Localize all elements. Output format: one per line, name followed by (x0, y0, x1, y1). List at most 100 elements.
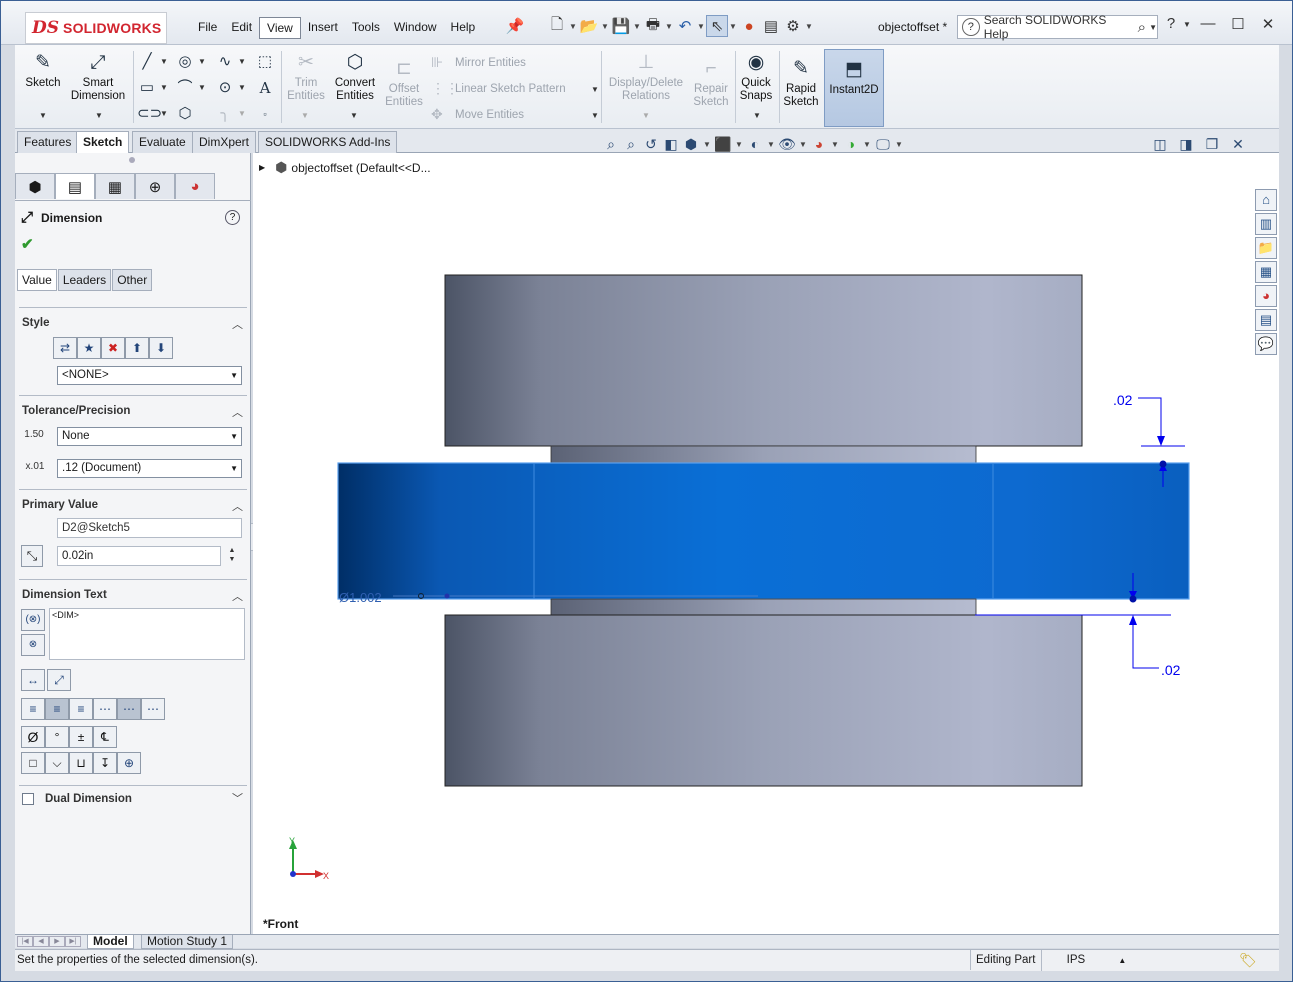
text-center-icon[interactable]: ⋯ (117, 698, 141, 720)
tab-dimxpert[interactable]: DimXpert (192, 131, 257, 153)
view-orientation-icon[interactable]: ⬛ (713, 136, 733, 153)
design-library-icon[interactable]: ▥ (1255, 213, 1277, 235)
lower-neck[interactable] (550, 598, 977, 616)
pin-icon[interactable]: 📌 (504, 15, 526, 37)
tab-evaluate[interactable]: Evaluate (132, 131, 193, 153)
model-view-svg[interactable]: .02 .02 Ø1.002 Y X (253, 153, 1279, 934)
custom-properties-icon[interactable]: ▤ (1255, 309, 1277, 331)
display-style-icon[interactable]: ◐ (745, 136, 765, 152)
ok-checkmark-icon[interactable]: ✔ (21, 235, 34, 253)
undo-dropdown-icon[interactable]: ▼ (696, 22, 706, 31)
dual-dimension-checkbox[interactable] (22, 793, 34, 805)
trim-entities-button[interactable]: ✂ Trim Entities (283, 51, 329, 103)
offset-text-icon[interactable]: ↔ (21, 669, 45, 691)
circle-dropdown-icon[interactable]: ▼ (198, 57, 206, 66)
viewport-split-right-icon[interactable]: ◨ (1173, 136, 1199, 153)
displaymanager-icon[interactable]: ◕ (175, 173, 215, 199)
delete-style-icon[interactable]: ✖ (101, 337, 125, 359)
tag-icon[interactable]: 🏷 (1239, 950, 1257, 970)
display-style-dropdown-icon[interactable]: ▼ (765, 140, 777, 149)
sketch-dropdown-icon[interactable]: ▼ (39, 111, 47, 120)
centerline-symbol-icon[interactable]: ℄ (93, 726, 117, 748)
dynamic-annotation-icon[interactable]: ⬢ (681, 136, 701, 153)
offset-entities-button[interactable]: ⊏ Offset Entities (381, 57, 427, 109)
save-dropdown-icon[interactable]: ▼ (632, 22, 642, 31)
degree-symbol-icon[interactable]: ° (45, 726, 69, 748)
file-properties-icon[interactable]: ▤ (760, 15, 782, 37)
style-collapse-chevron-icon[interactable]: ︿ (232, 316, 243, 332)
selected-offset-face[interactable] (337, 462, 1190, 600)
tab-sketch[interactable]: Sketch (76, 131, 130, 154)
spline-dropdown-icon[interactable]: ▼ (238, 57, 246, 66)
text-icon[interactable]: A (255, 78, 275, 98)
search-magnifier-icon[interactable]: ⌕ (1138, 19, 1146, 36)
add-parentheses-icon[interactable]: (⊗) (21, 609, 45, 631)
linear-pattern-dropdown-icon[interactable]: ▼ (591, 85, 599, 94)
polygon-icon[interactable]: ⬡ (175, 104, 195, 124)
edit-appearance-icon[interactable]: ◕ (809, 136, 829, 152)
more-symbols-icon[interactable]: ⊕ (117, 752, 141, 774)
sketch-button[interactable]: ✎ Sketch (23, 51, 63, 90)
status-units[interactable]: IPS ▲ (1041, 950, 1151, 971)
line-dropdown-icon[interactable]: ▼ (160, 57, 168, 66)
open-folder-icon[interactable]: 📂 (578, 15, 600, 37)
print-icon[interactable]: 🖶 (642, 15, 664, 37)
dimension-name-field[interactable]: D2@Sketch5 (57, 518, 242, 538)
linear-pattern-button[interactable]: ⋮⋮ Linear Sketch Pattern (431, 80, 566, 97)
tab-addins[interactable]: SOLIDWORKS Add-Ins (258, 131, 398, 153)
dimxpertmanager-icon[interactable]: ⊕ (135, 173, 175, 199)
menu-view[interactable]: View (259, 17, 301, 39)
instant2d-button[interactable]: ⬒ Instant2D (824, 49, 884, 127)
top-dimension-label[interactable]: .02 (1113, 392, 1133, 408)
rectangle-icon[interactable]: ▭ (137, 78, 157, 98)
diameter-dimension-label[interactable]: Ø1.002 (339, 590, 382, 605)
tolerance-type-select[interactable]: None ▼ (57, 427, 242, 446)
propertymanager-icon[interactable]: ▤ (55, 173, 95, 199)
view-settings-dropdown-icon[interactable]: ▼ (893, 140, 905, 149)
smart-dimension-dropdown-icon[interactable]: ▼ (95, 111, 103, 120)
tab-last-icon[interactable]: ▶| (65, 936, 81, 947)
align-left-icon[interactable]: ≡ (21, 698, 45, 720)
display-delete-relations-button[interactable]: ⊥ Display/Delete Relations (605, 51, 687, 103)
menu-edit[interactable]: Edit (224, 17, 259, 39)
tab-motion-study-1[interactable]: Motion Study 1 (141, 935, 234, 949)
print-dropdown-icon[interactable]: ▼ (664, 22, 674, 31)
trim-dropdown-icon[interactable]: ▼ (301, 111, 309, 120)
hide-show-dropdown-icon[interactable]: ▼ (797, 140, 809, 149)
smart-dimension-button[interactable]: ⤢ Smart Dimension (67, 51, 129, 103)
graphics-area[interactable]: ▶ ⬢ objectoffset (Default<<D... .02 .02 … (253, 153, 1279, 934)
options-dropdown-icon[interactable]: ▼ (804, 22, 814, 31)
unit-precision-select[interactable]: .12 (Document) ▼ (57, 459, 242, 478)
spline-icon[interactable]: ∿ (215, 52, 235, 72)
move-entities-button[interactable]: ✥ Move Entities (431, 106, 524, 123)
minimize-icon[interactable]: — (1193, 15, 1223, 35)
convert-entities-button[interactable]: ⬡ Convert Entities (331, 51, 379, 103)
viewport-restore-icon[interactable]: ❐ (1199, 136, 1225, 153)
appearances-scenes-icon[interactable]: ◕ (1255, 285, 1277, 307)
zoom-to-fit-icon[interactable]: ⌕ (601, 136, 621, 153)
panel-grip[interactable] (129, 157, 135, 163)
tab-prev-icon[interactable]: ◀ (33, 936, 49, 947)
tab-features[interactable]: Features (17, 131, 79, 153)
repair-sketch-button[interactable]: ⌐ Repair Sketch (689, 57, 733, 109)
select-cursor-icon[interactable]: ⇖ (706, 15, 728, 37)
lower-body[interactable] (444, 614, 1083, 787)
tab-next-icon[interactable]: ▶ (49, 936, 65, 947)
tab-model[interactable]: Model (87, 935, 134, 949)
solidworks-resources-home-icon[interactable]: ⌂ (1255, 189, 1277, 211)
scene-dropdown-icon[interactable]: ▼ (861, 140, 873, 149)
slot-dropdown-icon[interactable]: ▼ (160, 109, 168, 118)
plus-minus-symbol-icon[interactable]: ± (69, 726, 93, 748)
file-explorer-folder-icon[interactable]: 📁 (1255, 237, 1277, 259)
view-palette-icon[interactable]: ▦ (1255, 261, 1277, 283)
text-above-icon[interactable]: ⋯ (93, 698, 117, 720)
convert-dropdown-icon[interactable]: ▼ (350, 111, 358, 120)
hide-show-items-icon[interactable]: 👁 (777, 136, 797, 153)
text-below-icon[interactable]: ⋯ (141, 698, 165, 720)
solidworks-logo[interactable]: DS SOLIDWORKS (25, 12, 167, 44)
help-dropdown-icon[interactable]: ▼ (1181, 15, 1193, 35)
rapid-sketch-button[interactable]: ✎ Rapid Sketch (781, 57, 821, 109)
viewport-close-icon[interactable]: ✕ (1225, 136, 1251, 153)
circle-icon[interactable]: ◎ (175, 52, 195, 72)
menu-insert[interactable]: Insert (301, 17, 345, 39)
